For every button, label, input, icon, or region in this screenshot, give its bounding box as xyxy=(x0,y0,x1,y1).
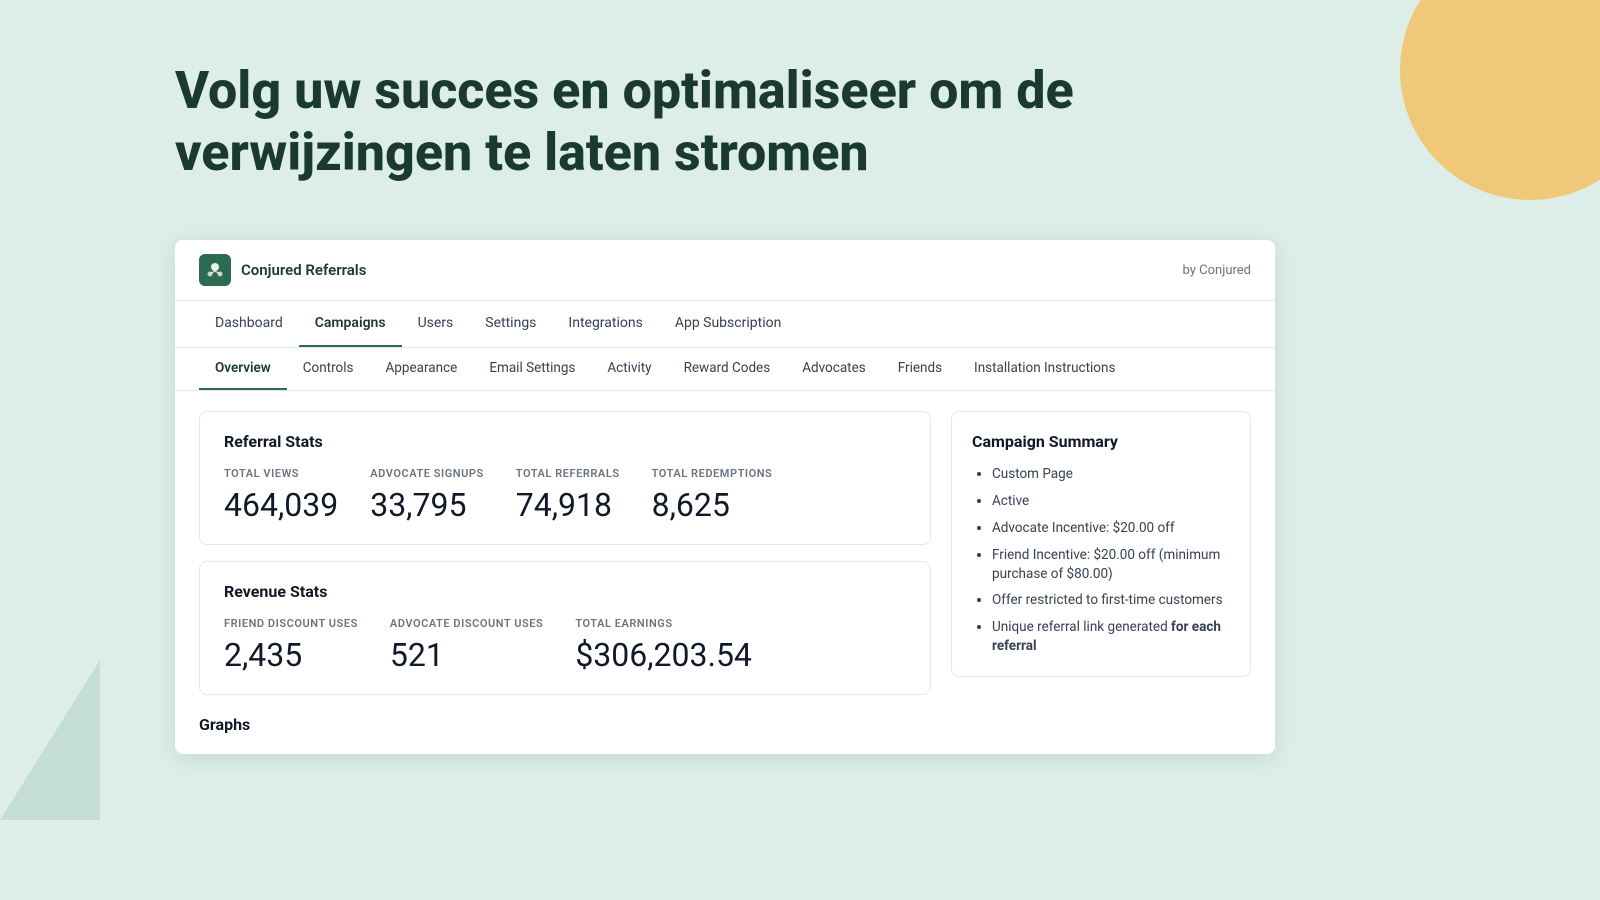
stat-total-earnings: TOTAL EARNINGS $306,203.54 xyxy=(575,617,752,674)
stat-label-advocate-signups: ADVOCATE SIGNUPS xyxy=(370,467,484,480)
summary-item-active: Active xyxy=(992,492,1230,511)
campaign-summary-list: Custom Page Active Advocate Incentive: $… xyxy=(972,465,1230,656)
summary-item-offer-restricted: Offer restricted to first-time customers xyxy=(992,591,1230,610)
revenue-stats-row: FRIEND DISCOUNT USES 2,435 ADVOCATE DISC… xyxy=(224,617,906,674)
summary-item-unique-referral: Unique referral link generated for each … xyxy=(992,618,1230,656)
secondary-nav-item-advocates[interactable]: Advocates xyxy=(786,348,882,390)
secondary-nav: Overview Controls Appearance Email Setti… xyxy=(175,348,1275,391)
stat-label-advocate-discount-uses: ADVOCATE DISCOUNT USES xyxy=(390,617,543,630)
stat-value-advocate-signups: 33,795 xyxy=(370,486,484,524)
revenue-stats-title: Revenue Stats xyxy=(224,582,906,601)
stat-label-total-views: TOTAL VIEWS xyxy=(224,467,338,480)
content-area: Referral Stats TOTAL VIEWS 464,039 ADVOC… xyxy=(175,391,1275,715)
secondary-nav-item-friends[interactable]: Friends xyxy=(882,348,958,390)
stat-total-referrals: TOTAL REFERRALS 74,918 xyxy=(516,467,620,524)
stat-value-total-redemptions: 8,625 xyxy=(652,486,773,524)
top-nav-item-settings[interactable]: Settings xyxy=(469,301,552,347)
top-nav-item-app-subscription[interactable]: App Subscription xyxy=(659,301,797,347)
secondary-nav-item-controls[interactable]: Controls xyxy=(287,348,370,390)
decorative-circle xyxy=(1400,0,1600,200)
referral-stats-row: TOTAL VIEWS 464,039 ADVOCATE SIGNUPS 33,… xyxy=(224,467,906,524)
revenue-stats-card: Revenue Stats FRIEND DISCOUNT USES 2,435… xyxy=(199,561,931,695)
app-logo-label: Conjured Referrals xyxy=(241,261,366,279)
decorative-triangle xyxy=(0,660,100,820)
app-header: Conjured Referrals by Conjured xyxy=(175,240,1275,301)
stat-friend-discount-uses: FRIEND DISCOUNT USES 2,435 xyxy=(224,617,358,674)
secondary-nav-item-overview[interactable]: Overview xyxy=(199,348,287,390)
stat-value-total-views: 464,039 xyxy=(224,486,338,524)
stat-label-total-referrals: TOTAL REFERRALS xyxy=(516,467,620,480)
right-col: Campaign Summary Custom Page Active Advo… xyxy=(951,411,1251,695)
secondary-nav-item-reward-codes[interactable]: Reward Codes xyxy=(668,348,787,390)
stat-value-advocate-discount-uses: 521 xyxy=(390,636,543,674)
app-logo: Conjured Referrals xyxy=(199,254,366,286)
stat-label-total-redemptions: TOTAL REDEMPTIONS xyxy=(652,467,773,480)
secondary-nav-item-email-settings[interactable]: Email Settings xyxy=(473,348,591,390)
referral-stats-title: Referral Stats xyxy=(224,432,906,451)
stat-value-friend-discount-uses: 2,435 xyxy=(224,636,358,674)
campaign-summary-card: Campaign Summary Custom Page Active Advo… xyxy=(951,411,1251,677)
summary-item-custom-page: Custom Page xyxy=(992,465,1230,484)
left-col: Referral Stats TOTAL VIEWS 464,039 ADVOC… xyxy=(199,411,931,695)
stat-value-total-referrals: 74,918 xyxy=(516,486,620,524)
top-nav-item-users[interactable]: Users xyxy=(402,301,470,347)
campaign-summary-title: Campaign Summary xyxy=(972,432,1230,451)
app-window: Conjured Referrals by Conjured Dashboard… xyxy=(175,240,1275,754)
top-nav: Dashboard Campaigns Users Settings Integ… xyxy=(175,301,1275,348)
stat-label-friend-discount-uses: FRIEND DISCOUNT USES xyxy=(224,617,358,630)
secondary-nav-item-activity[interactable]: Activity xyxy=(591,348,667,390)
top-nav-item-integrations[interactable]: Integrations xyxy=(552,301,658,347)
logo-icon xyxy=(199,254,231,286)
summary-item-friend-incentive: Friend Incentive: $20.00 off (minimum pu… xyxy=(992,546,1230,584)
stat-total-redemptions: TOTAL REDEMPTIONS 8,625 xyxy=(652,467,773,524)
secondary-nav-item-installation[interactable]: Installation Instructions xyxy=(958,348,1131,390)
stat-label-total-earnings: TOTAL EARNINGS xyxy=(575,617,752,630)
stat-total-views: TOTAL VIEWS 464,039 xyxy=(224,467,338,524)
graphs-section: Graphs xyxy=(175,715,1275,754)
hero-title: Volg uw succes en optimaliseer om de ver… xyxy=(175,60,1155,185)
referral-stats-card: Referral Stats TOTAL VIEWS 464,039 ADVOC… xyxy=(199,411,931,545)
stat-advocate-signups: ADVOCATE SIGNUPS 33,795 xyxy=(370,467,484,524)
top-nav-item-dashboard[interactable]: Dashboard xyxy=(199,301,299,347)
graphs-title: Graphs xyxy=(199,715,1251,734)
summary-item-advocate-incentive: Advocate Incentive: $20.00 off xyxy=(992,519,1230,538)
app-byline: by Conjured xyxy=(1183,263,1251,278)
stat-value-total-earnings: $306,203.54 xyxy=(575,636,752,674)
secondary-nav-item-appearance[interactable]: Appearance xyxy=(370,348,474,390)
stat-advocate-discount-uses: ADVOCATE DISCOUNT USES 521 xyxy=(390,617,543,674)
top-nav-item-campaigns[interactable]: Campaigns xyxy=(299,301,402,347)
